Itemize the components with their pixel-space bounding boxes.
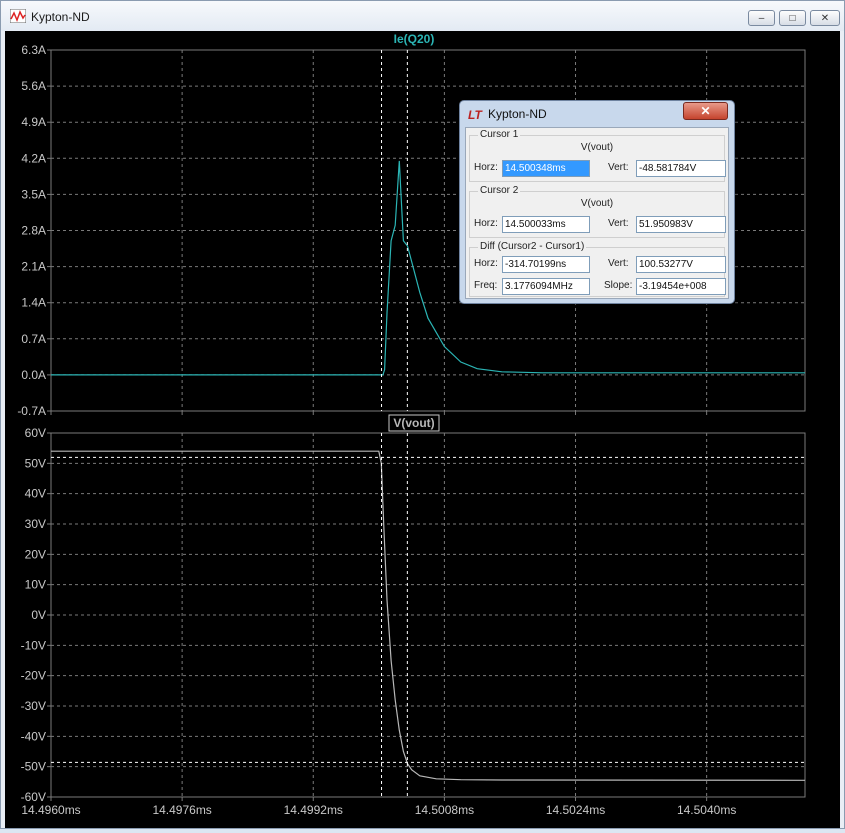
cursor1-horz-label: Horz: [474, 162, 498, 173]
diff-vert-field[interactable]: 100.53277V [636, 256, 726, 273]
y-tick-label: 10V [25, 578, 46, 592]
y-tick-label: 20V [25, 547, 46, 561]
y-tick-label: -20V [21, 669, 46, 683]
minimize-button[interactable]: – [748, 10, 775, 26]
y-tick-label: -30V [21, 699, 46, 713]
y-tick-label: 2.1A [21, 260, 46, 274]
y-tick-label: 30V [25, 517, 46, 531]
cursor-dialog[interactable]: LT Kypton-ND ✕ Cursor 1 V(vout) Horz: 14… [459, 100, 735, 304]
diff-slope-label: Slope: [604, 280, 633, 291]
cursor2-vert-label: Vert: [608, 218, 629, 229]
y-tick-label: 3.5A [21, 187, 46, 201]
series-line [51, 450, 806, 781]
y-tick-label: 60V [25, 426, 46, 440]
cursor2-legend: Cursor 2 [478, 185, 521, 196]
x-tick-label: 14.5040ms [677, 803, 736, 817]
y-tick-label: -50V [21, 760, 46, 774]
window-title: Kypton-ND [31, 10, 90, 24]
y-tick-label: 0V [31, 608, 46, 622]
y-tick-label: 1.4A [21, 296, 46, 310]
diff-freq-field[interactable]: 3.1776094MHz [502, 278, 590, 295]
cursor2-horz-label: Horz: [474, 218, 498, 229]
cursor1-trace: V(vout) [580, 142, 614, 153]
x-tick-label: 14.4960ms [21, 803, 80, 817]
waveform-app-icon [10, 9, 26, 23]
dialog-title: Kypton-ND [488, 107, 547, 121]
cursor1-vert-field[interactable]: -48.581784V [636, 160, 726, 177]
close-button[interactable]: ✕ [810, 10, 840, 26]
trace-title: V(vout) [393, 416, 434, 430]
x-tick-label: 14.4992ms [284, 803, 343, 817]
cursor1-vert-label: Vert: [608, 162, 629, 173]
cursor2-group: Cursor 2 V(vout) Horz: 14.500033ms Vert:… [469, 185, 726, 238]
y-tick-label: -0.7A [17, 404, 46, 418]
trace-title: Ie(Q20) [394, 32, 435, 46]
y-tick-label: -60V [21, 790, 46, 804]
dialog-close-button[interactable]: ✕ [683, 102, 728, 120]
dialog-body: Cursor 1 V(vout) Horz: 14.500348ms Vert:… [465, 127, 729, 299]
y-tick-label: 4.9A [21, 115, 46, 129]
plot-frame [50, 432, 806, 798]
y-tick-label: 50V [25, 456, 46, 470]
diff-group: Diff (Cursor2 - Cursor1) Horz: -314.7019… [469, 241, 726, 297]
cursor2-trace: V(vout) [580, 198, 614, 209]
y-tick-label: -10V [21, 638, 46, 652]
cursor1-horz-field[interactable]: 14.500348ms [502, 160, 590, 177]
x-tick-label: 14.4976ms [152, 803, 211, 817]
diff-horz-field[interactable]: -314.70199ns [502, 256, 590, 273]
y-tick-label: 5.6A [21, 79, 46, 93]
x-tick-label: 14.5008ms [415, 803, 474, 817]
y-tick-label: 4.2A [21, 151, 46, 165]
cursor1-group: Cursor 1 V(vout) Horz: 14.500348ms Vert:… [469, 129, 726, 182]
diff-freq-label: Freq: [474, 280, 498, 291]
cursor2-horz-field[interactable]: 14.500033ms [502, 216, 590, 233]
y-tick-label: 0.7A [21, 332, 46, 346]
diff-horz-label: Horz: [474, 258, 498, 269]
diff-vert-label: Vert: [608, 258, 629, 269]
y-tick-label: 6.3A [21, 43, 46, 57]
cursor1-legend: Cursor 1 [478, 129, 521, 140]
y-tick-label: -40V [21, 729, 46, 743]
y-tick-label: 2.8A [21, 224, 46, 238]
cursor2-vert-field[interactable]: 51.950983V [636, 216, 726, 233]
lt-logo-icon: LT [468, 108, 482, 122]
diff-slope-field[interactable]: -3.19454e+008 [636, 278, 726, 295]
y-tick-label: 0.0A [21, 368, 46, 382]
maximize-button[interactable]: □ [779, 10, 806, 26]
y-tick-label: 40V [25, 487, 46, 501]
title-bar[interactable]: Kypton-ND – □ ✕ [1, 1, 844, 31]
diff-legend: Diff (Cursor2 - Cursor1) [478, 241, 587, 252]
x-tick-label: 14.5024ms [546, 803, 605, 817]
